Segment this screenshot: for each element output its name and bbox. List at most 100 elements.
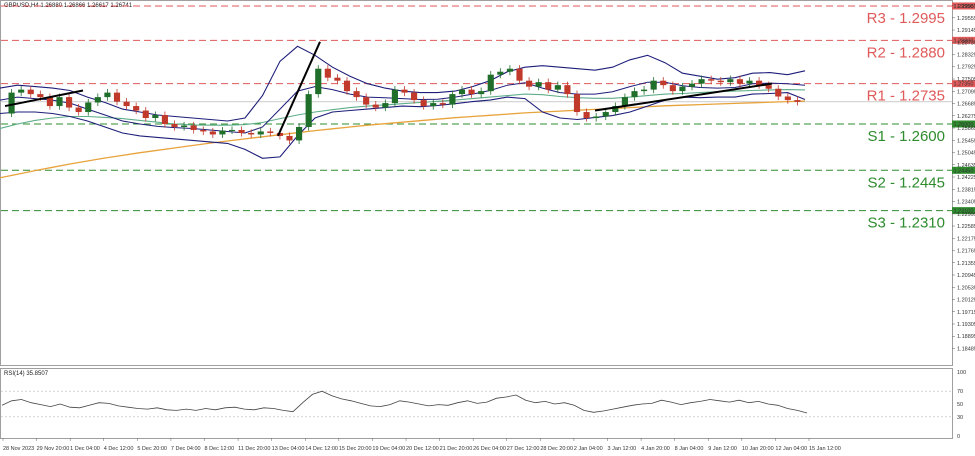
candle-body [593, 116, 600, 119]
price-tick-label: 1.25045 [957, 151, 975, 157]
price-tick-label: 1.27925 [957, 64, 975, 70]
candle-body [8, 92, 15, 114]
main-panel-frame [0, 0, 953, 366]
candle-body [554, 85, 561, 90]
candle-body [468, 89, 475, 95]
time-tick-label: 15 Jan 12:00 [809, 446, 841, 452]
price-tick-label: 1.20945 [957, 273, 975, 279]
candle-body [487, 74, 494, 92]
rsi-tick-label: 100 [957, 370, 966, 376]
candle-body [200, 129, 207, 132]
candle-body [650, 80, 657, 90]
candle-body [152, 115, 159, 119]
candle-body [660, 80, 667, 86]
time-tick-label: 3 Jan 12:00 [608, 446, 637, 452]
candle-body [784, 96, 791, 101]
candles [8, 65, 801, 145]
price-tick-label: 1.22175 [957, 236, 975, 242]
candle-body [516, 68, 523, 81]
candle-body [56, 97, 63, 107]
time-tick-label: 1 Dec 04:00 [70, 446, 100, 452]
candle-body [171, 123, 178, 127]
candle-body [75, 107, 82, 113]
candle-body [631, 91, 638, 98]
price-tick-label: 1.20125 [957, 298, 975, 304]
candle-body [257, 131, 264, 135]
candle-body [545, 82, 552, 90]
candle-body [727, 79, 734, 83]
time-tick-label: 29 Nov 20:00 [37, 446, 70, 452]
price-tick-label: 1.19305 [957, 322, 975, 328]
candle-body [401, 89, 408, 93]
time-tick-label: 13 Dec 04:00 [272, 446, 305, 452]
time-tick-label: 10 Jan 20:00 [742, 446, 774, 452]
rsi-tick-label: 70 [957, 389, 963, 395]
candle-body [142, 110, 149, 119]
candle-body [794, 100, 801, 102]
time-tick-label: 5 Dec 20:00 [137, 446, 167, 452]
candle-body [133, 106, 140, 111]
candle-body [458, 89, 466, 95]
price-tick-label: 1.23405 [957, 200, 975, 206]
price-tick-label: 1.26685 [957, 102, 975, 108]
candle-body [602, 112, 609, 117]
candle-body [18, 89, 25, 93]
time-tick-label: 19 Dec 04:00 [372, 446, 405, 452]
candle-body [353, 91, 360, 98]
candle-body [775, 88, 782, 97]
trendline-2 [277, 41, 321, 137]
candle-body [765, 85, 772, 89]
candle-body [573, 94, 581, 113]
time-tick-label: 20 Dec 12:00 [406, 446, 439, 452]
time-tick-label: 8 Dec 12:00 [205, 446, 235, 452]
price-tick-label: 1.25865 [957, 126, 975, 132]
rsi-indicator: 100 70 50 30 0 [1, 370, 966, 440]
level-label-s1: S1 - 1.2600 [867, 128, 945, 145]
candle-body [228, 129, 236, 131]
price-tick-label: 1.24225 [957, 175, 975, 181]
time-tick-label: 26 Dec 04:00 [473, 446, 506, 452]
candle-body [286, 135, 293, 141]
time-tick-label: 28 Dec 20:00 [540, 446, 573, 452]
candle-body [334, 77, 341, 81]
candle-body [717, 80, 724, 83]
candle-body [698, 79, 705, 84]
price-axis: 1.29955 1.29555 1.29145 1.28735 1.28325 1.279… [952, 4, 975, 352]
price-tick-label: 1.29955 [957, 4, 975, 10]
price-tick-label: 1.25455 [957, 138, 975, 144]
candle-body [420, 100, 427, 107]
level-label-s2: S2 - 1.2445 [867, 174, 945, 191]
rsi-tick-label: 30 [957, 415, 963, 421]
price-tick-label: 1.27505 [957, 77, 975, 83]
candle-body [641, 89, 648, 92]
candle-body [439, 103, 446, 105]
price-tick-label: 1.23815 [957, 187, 975, 193]
price-tick-label: 1.29555 [957, 16, 975, 22]
candle-body [66, 97, 73, 108]
candle-body [190, 125, 197, 130]
candle-body [209, 131, 216, 135]
time-tick-label: 12 Jan 04:00 [775, 446, 807, 452]
price-chart[interactable]: GBPUSD,H4 1.26880 1.26866 1.26617 1.2674… [0, 0, 975, 456]
candle-body [583, 112, 590, 119]
candle-body [363, 97, 370, 105]
candle-body [449, 94, 456, 105]
candle-body [506, 68, 513, 72]
candle-body [497, 71, 504, 75]
price-tick-label: 1.21765 [957, 249, 975, 255]
candle-body [324, 68, 331, 78]
time-tick-label: 9 Jan 12:00 [708, 446, 737, 452]
candle-body [736, 79, 743, 84]
candle-body [94, 97, 101, 103]
level-price-tag-text: 1.24450 [954, 168, 974, 174]
candle-body [238, 129, 245, 133]
candle-body [391, 89, 398, 104]
level-label-s3: S3 - 1.2310 [867, 215, 945, 232]
price-tick-label: 1.28325 [957, 53, 975, 59]
rsi-tick-label: 50 [957, 402, 963, 408]
candle-body [372, 104, 379, 108]
candle-body [746, 80, 753, 84]
time-tick-label: 15 Dec 20:00 [339, 446, 372, 452]
candle-body [478, 91, 485, 95]
level-label-r1: R1 - 1.2735 [867, 88, 945, 105]
